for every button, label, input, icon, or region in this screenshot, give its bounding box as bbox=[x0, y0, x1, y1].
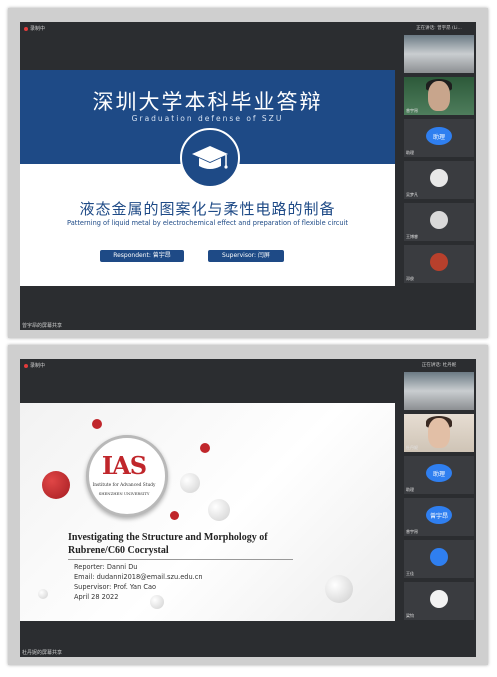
decor-ball bbox=[92, 419, 102, 429]
participant-tile[interactable]: 王佳 bbox=[404, 540, 474, 578]
participant-tile[interactable]: 邓俊 bbox=[404, 245, 474, 283]
participant-name: 曾宇昂 bbox=[406, 108, 418, 113]
participant-gallery: 杜丹妮 助理 助理 曾宇昂 曾宇昂 王佳 梁钧 bbox=[404, 372, 474, 624]
participant-name: 吴梦凡 bbox=[406, 192, 418, 197]
participant-tile[interactable]: 杜丹妮 bbox=[404, 414, 474, 452]
slide-subtitle: 液态金属的图案化与柔性电路的制备 bbox=[79, 200, 336, 218]
participant-tile[interactable]: 吴梦凡 bbox=[404, 161, 474, 199]
participant-tile[interactable]: 曾宇昂 bbox=[404, 77, 474, 115]
participant-gallery: 曾宇昂 助理 助理 吴梦凡 王博睿 邓俊 bbox=[404, 35, 474, 287]
active-speaker-label: 正在讲话: 杜丹妮 bbox=[421, 363, 457, 368]
participant-tile[interactable]: 曾宇昂 曾宇昂 bbox=[404, 498, 474, 536]
screen-share-label: 杜丹妮的屏幕共享 bbox=[22, 650, 63, 656]
record-dot-icon bbox=[24, 26, 28, 31]
avatar bbox=[430, 253, 448, 271]
participant-name: 助理 bbox=[406, 150, 414, 155]
participant-name: 曾宇昂 bbox=[406, 529, 418, 534]
participant-name: 助理 bbox=[406, 487, 414, 492]
university-name: SHENZHEN UNIVERSITY bbox=[98, 491, 150, 496]
participant-name: 邓俊 bbox=[406, 276, 414, 281]
screenshot-frame-1: 录制中 深圳大学本科毕业答辩 Graduation defense of SZU… bbox=[8, 8, 488, 338]
email-line: Email: dudanni2018@email.szu.edu.cn bbox=[74, 573, 203, 581]
meeting-window: 录制中 深圳大学本科毕业答辩 Graduation defense of SZU… bbox=[20, 22, 476, 330]
participant-tile[interactable]: 王博睿 bbox=[404, 203, 474, 241]
decor-ball bbox=[42, 471, 70, 499]
participant-tile[interactable]: 梁钧 bbox=[404, 582, 474, 620]
room-video bbox=[404, 372, 474, 410]
decor-ball bbox=[200, 443, 210, 453]
participant-name: 王博睿 bbox=[406, 234, 418, 239]
meeting-window: 录制中 IAS Institute for Advanced Study SHE… bbox=[20, 359, 476, 657]
slide-title-english: Graduation defense of SZU bbox=[131, 114, 284, 123]
assistant-button[interactable]: 助理 bbox=[426, 464, 452, 482]
supervisor-badge: Supervisor: 闫屏 bbox=[208, 250, 284, 262]
shared-slide: IAS Institute for Advanced Study SHENZHE… bbox=[20, 403, 395, 621]
decor-ball bbox=[208, 499, 230, 521]
ias-logo-text: IAS bbox=[101, 451, 147, 480]
assistant-button[interactable]: 助理 bbox=[426, 127, 452, 145]
decor-ball bbox=[325, 575, 353, 603]
participant-tile[interactable]: 助理 助理 bbox=[404, 456, 474, 494]
screenshot-frame-2: 录制中 IAS Institute for Advanced Study SHE… bbox=[8, 345, 488, 665]
participant-tile[interactable] bbox=[404, 35, 474, 73]
avatar bbox=[430, 211, 448, 229]
participant-tile[interactable] bbox=[404, 372, 474, 410]
recording-indicator: 录制中 bbox=[24, 25, 45, 32]
participant-tile[interactable]: 助理 助理 bbox=[404, 119, 474, 157]
slide-title: 深圳大学本科毕业答辩 bbox=[92, 90, 323, 114]
record-dot-icon bbox=[24, 363, 28, 368]
shared-slide: 深圳大学本科毕业答辩 Graduation defense of SZU 液态金… bbox=[20, 70, 395, 286]
respondent-badge: Respondent: 曾宇昂 bbox=[100, 250, 184, 262]
decor-ball bbox=[170, 511, 179, 520]
recording-indicator: 录制中 bbox=[24, 362, 45, 369]
participant-name: 梁钧 bbox=[406, 613, 414, 618]
room-video bbox=[404, 35, 474, 73]
slide-subtitle-english: Patterning of liquid metal by electroche… bbox=[67, 219, 348, 227]
screen-share-label: 曾宇昂的屏幕共享 bbox=[22, 323, 63, 329]
active-speaker-label: 正在讲话: 曾宇昂 (Li... bbox=[416, 26, 462, 31]
participant-name: 杜丹妮 bbox=[406, 445, 418, 450]
supervisor-line: Supervisor: Prof. Yan Cao bbox=[74, 583, 157, 591]
decor-ball bbox=[150, 595, 164, 609]
decor-ball bbox=[180, 473, 200, 493]
slide-title: Investigating the Structure and Morpholo… bbox=[68, 532, 268, 556]
decor-ball bbox=[38, 589, 48, 599]
participant-button[interactable]: 曾宇昂 bbox=[426, 506, 452, 524]
participant-name: 王佳 bbox=[406, 571, 414, 576]
institute-name: Institute for Advanced Study bbox=[92, 483, 156, 488]
avatar bbox=[430, 548, 448, 566]
participant-video bbox=[428, 81, 450, 111]
graduation-cap-icon bbox=[180, 128, 240, 188]
avatar bbox=[430, 590, 448, 608]
avatar bbox=[430, 169, 448, 187]
participant-video bbox=[428, 418, 450, 448]
date-line: April 28 2022 bbox=[74, 593, 119, 601]
reporter-line: Reporter: Danni Du bbox=[74, 563, 138, 571]
title-divider bbox=[68, 559, 293, 560]
